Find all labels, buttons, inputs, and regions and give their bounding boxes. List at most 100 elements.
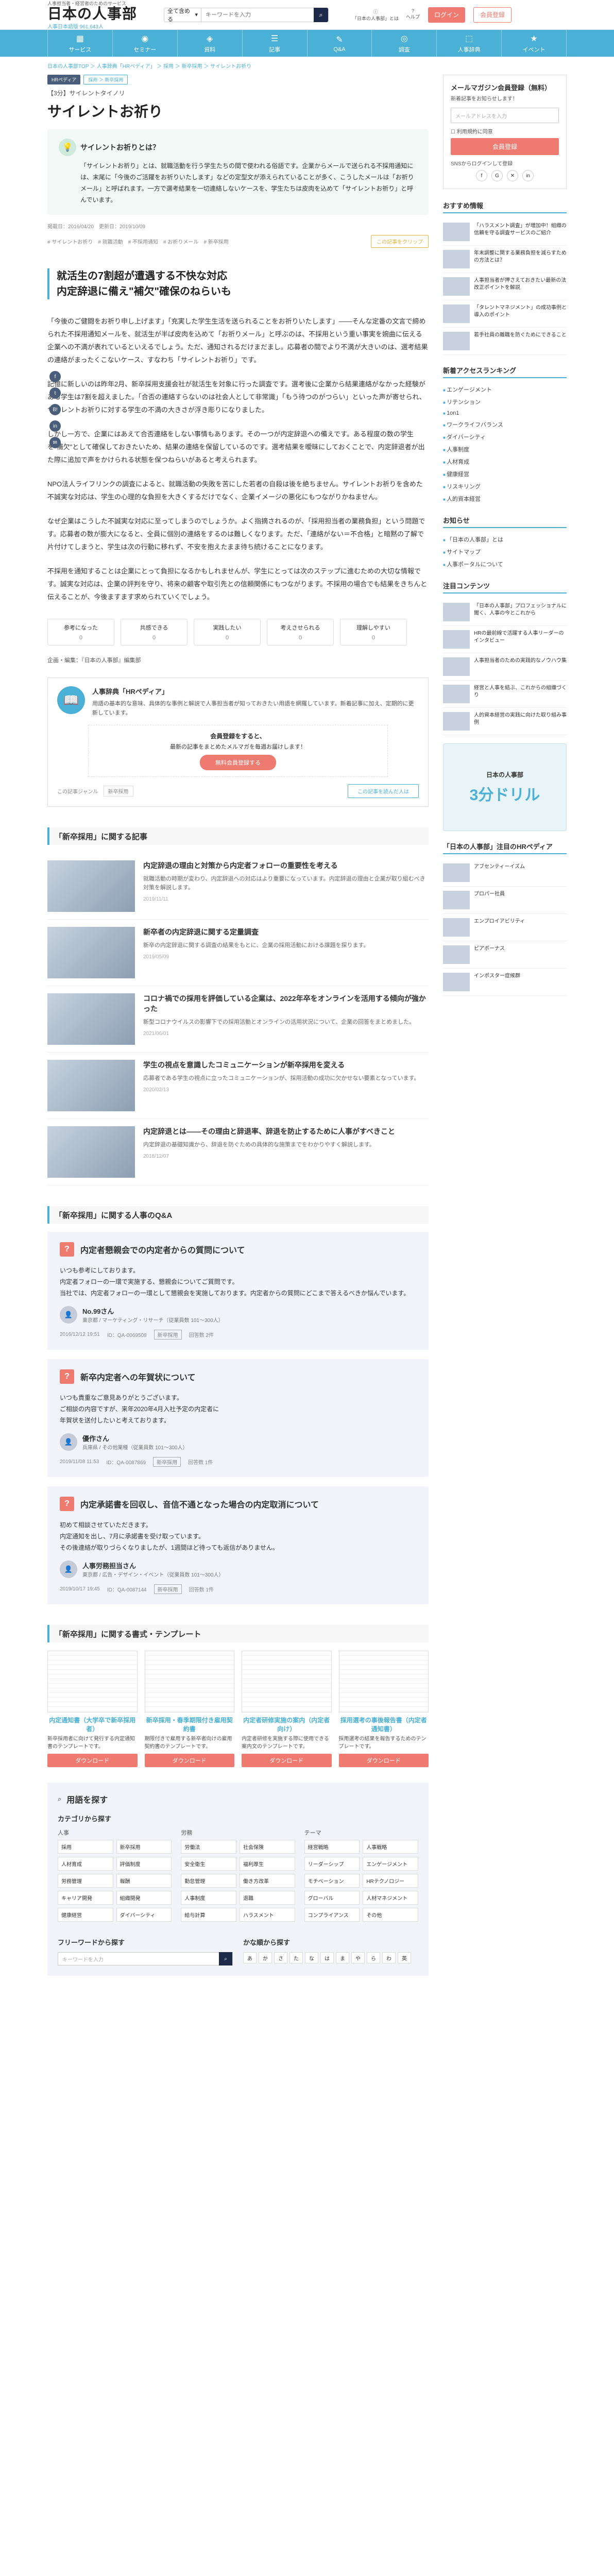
keyword-tag[interactable]: # 不採用通知 <box>128 238 158 245</box>
side-item[interactable]: 人事担当者のための実践的なノウハウ集 <box>443 653 567 681</box>
kana-link[interactable]: や <box>351 1952 365 1963</box>
cta-register-button[interactable]: 無料会員登録する <box>200 755 276 770</box>
template-title[interactable]: 内定者研修実施の案内（内定者向け） <box>242 1716 332 1733</box>
kana-link[interactable]: た <box>289 1952 303 1963</box>
category-link[interactable]: キャリア開発 <box>58 1891 113 1905</box>
reaction-button[interactable]: 参考になった 0 <box>47 619 114 646</box>
template-title[interactable]: 新卒採用・春季期限付き雇用契約書 <box>145 1716 235 1733</box>
side-item[interactable]: 経営と人事を結ぶ、これからの組織づくり <box>443 681 567 708</box>
category-link[interactable]: 人材育成 <box>58 1857 113 1871</box>
download-button[interactable]: ダウンロード <box>47 1754 138 1767</box>
keyword-tag[interactable]: # 新卒採用 <box>203 238 228 245</box>
side-item[interactable]: 年末調整に関する業務負担を減らすための方法とは？ <box>443 246 567 273</box>
related-title[interactable]: 内定辞退の理由と対策から内定者フォローの重要性を考える <box>143 860 429 871</box>
category-link[interactable]: 働き方改革 <box>239 1874 295 1888</box>
share-icon[interactable]: ✉ <box>49 437 61 448</box>
clip-button[interactable]: この記事をクリップ <box>371 235 429 248</box>
side-link[interactable]: 人事ポータルについて <box>443 558 567 570</box>
related-article[interactable]: 内定辞退とは――その理由と辞退率、辞退を防止するために人事がすべきこと 内定辞退の… <box>47 1119 429 1185</box>
category-link[interactable]: コンプライアンス <box>304 1908 360 1922</box>
side-item[interactable]: 若手社員の離職を防ぐためにできること <box>443 328 567 355</box>
category-link[interactable]: 採用 <box>58 1840 113 1854</box>
qa-category[interactable]: 新卒採用 <box>153 1457 181 1467</box>
category-link[interactable]: 新卒採用 <box>116 1840 172 1854</box>
side-item[interactable]: 人事担当者が押さえておきたい最新の法改正ポイントを解説 <box>443 273 567 300</box>
related-article[interactable]: コロナ禍での採用を評価している企業は、2022年卒をオンラインを活用する傾向が強… <box>47 986 429 1053</box>
login-button[interactable]: ログイン <box>428 7 466 23</box>
category-tag[interactable]: HRペディア <box>47 75 81 84</box>
side-link[interactable]: ワークライフバランス <box>443 418 567 431</box>
reaction-button[interactable]: 実践したい 0 <box>194 619 261 646</box>
social-login-icon[interactable]: G <box>491 170 503 181</box>
site-logo[interactable]: 人事担当者・経営者のためのサービス 日本の人事部 人事日本語版 961,643人 <box>47 0 156 30</box>
category-link[interactable]: 組織開発 <box>116 1891 172 1905</box>
terms-checkbox[interactable]: ☐ 利用規約に同意 <box>451 127 559 135</box>
category-link[interactable]: エンゲージメント <box>363 1857 418 1871</box>
side-item[interactable]: エンプロイアビリティ <box>443 914 567 941</box>
side-link[interactable]: リテンション <box>443 396 567 408</box>
side-item[interactable]: 人的資本経営の実践に向けた取り組み事例 <box>443 708 567 735</box>
reaction-button[interactable]: 理解しやすい 0 <box>340 619 407 646</box>
download-button[interactable]: ダウンロード <box>242 1754 332 1767</box>
side-link[interactable]: 人的資本経営 <box>443 493 567 505</box>
kana-link[interactable]: な <box>305 1952 318 1963</box>
social-login-icon[interactable]: f <box>476 170 487 181</box>
related-article[interactable]: 新卒者の内定辞退に関する定量調査 新卒の内定辞退に関する調査の結果をもとに、企業の… <box>47 920 429 986</box>
kana-link[interactable]: ま <box>336 1952 349 1963</box>
side-link[interactable]: サイトマップ <box>443 546 567 558</box>
side-item[interactable]: プロパー社員 <box>443 887 567 914</box>
side-link[interactable]: エンゲージメント <box>443 383 567 396</box>
side-item[interactable]: 「タレントマネジメント」の成功事例と導入のポイント <box>443 300 567 328</box>
category-link[interactable]: ダイバーシティ <box>116 1908 172 1922</box>
template-title[interactable]: 採用選考の事後報告書（内定者通知書） <box>339 1716 429 1733</box>
kana-link[interactable]: か <box>259 1952 272 1963</box>
freeword-input[interactable]: キーワードを入力 ⌕ <box>58 1952 233 1965</box>
nav-item-0[interactable]: ▦ サービス <box>47 30 113 57</box>
search-button[interactable]: ⌕ <box>314 7 328 22</box>
related-title[interactable]: 内定辞退とは――その理由と辞退率、辞退を防止するために人事がすべきこと <box>143 1126 395 1137</box>
share-icon[interactable]: f <box>49 371 61 382</box>
side-link[interactable]: 1on1 <box>443 408 567 418</box>
category-link[interactable]: 報酬 <box>116 1874 172 1888</box>
share-icon[interactable]: B! <box>49 404 61 415</box>
category-link[interactable]: モチベーション <box>304 1874 360 1888</box>
subcategory-tag[interactable]: 採用 ＞ 新卒採用 <box>83 75 128 84</box>
qa-title[interactable]: ? 新卒内定者への年賀状について <box>60 1369 416 1384</box>
side-item[interactable]: アブセンティーイズム <box>443 859 567 887</box>
download-button[interactable]: ダウンロード <box>338 1754 429 1767</box>
kana-link[interactable]: は <box>320 1952 334 1963</box>
kana-link[interactable]: 英 <box>398 1952 411 1963</box>
drill-banner[interactable]: 日本の人事部 3分ドリル <box>443 743 567 831</box>
side-link[interactable]: 人事制度 <box>443 443 567 455</box>
category-link[interactable]: 労務管理 <box>58 1874 113 1888</box>
category-link[interactable]: 評価制度 <box>116 1857 172 1871</box>
nav-item-3[interactable]: ☰ 記事 <box>243 30 308 57</box>
register-button[interactable]: 会員登録 <box>473 7 512 23</box>
nav-item-1[interactable]: ◉ セミナー <box>113 30 178 57</box>
breadcrumb[interactable]: 日本の人事部TOP ＞ 人事辞典「HRペディア」 ＞ 採用 ＞ 新卒採用 ＞ サ… <box>0 57 614 75</box>
side-item[interactable]: 「日本の人事部」プロフェッショナルに聞く、人事の今とこれから <box>443 599 567 626</box>
help-link[interactable]: ? ヘルプ <box>406 8 420 22</box>
side-link[interactable]: 人材育成 <box>443 455 567 468</box>
mailmag-submit-button[interactable]: 会員登録 <box>451 138 559 155</box>
email-field[interactable]: メールアドレスを入力 <box>451 108 559 123</box>
related-title[interactable]: 学生の視点を意識したコミュニケーションが新卒採用を変える <box>143 1060 419 1070</box>
kana-link[interactable]: ら <box>367 1952 380 1963</box>
related-title[interactable]: 新卒者の内定辞退に関する定量調査 <box>143 927 369 937</box>
category-link[interactable]: 人事制度 <box>181 1891 236 1905</box>
nav-item-2[interactable]: ◈ 資料 <box>178 30 243 57</box>
keyword-tag[interactable]: # 就職活動 <box>98 238 123 245</box>
category-link[interactable]: その他 <box>363 1908 418 1922</box>
qa-title[interactable]: ? 内定承諾書を回収し、音信不通となった場合の内定取消について <box>60 1497 416 1511</box>
category-link[interactable]: HRテクノロジー <box>363 1874 418 1888</box>
related-readers-link[interactable]: この記事を読んだ人は <box>348 784 419 798</box>
social-login-icon[interactable]: ✕ <box>507 170 518 181</box>
side-item[interactable]: 「ハラスメント調査」が増加中！組織の信頼を守る調査サービスのご紹介 <box>443 218 567 246</box>
reaction-button[interactable]: 考えさせられる 0 <box>267 619 334 646</box>
category-link[interactable]: 健康経営 <box>58 1908 113 1922</box>
side-item[interactable]: ピアボーナス <box>443 941 567 969</box>
qa-category[interactable]: 新卒採用 <box>154 1330 182 1340</box>
search-input[interactable] <box>201 11 314 18</box>
category-link[interactable]: 労働法 <box>181 1840 236 1854</box>
qa-category[interactable]: 新卒採用 <box>154 1584 182 1594</box>
